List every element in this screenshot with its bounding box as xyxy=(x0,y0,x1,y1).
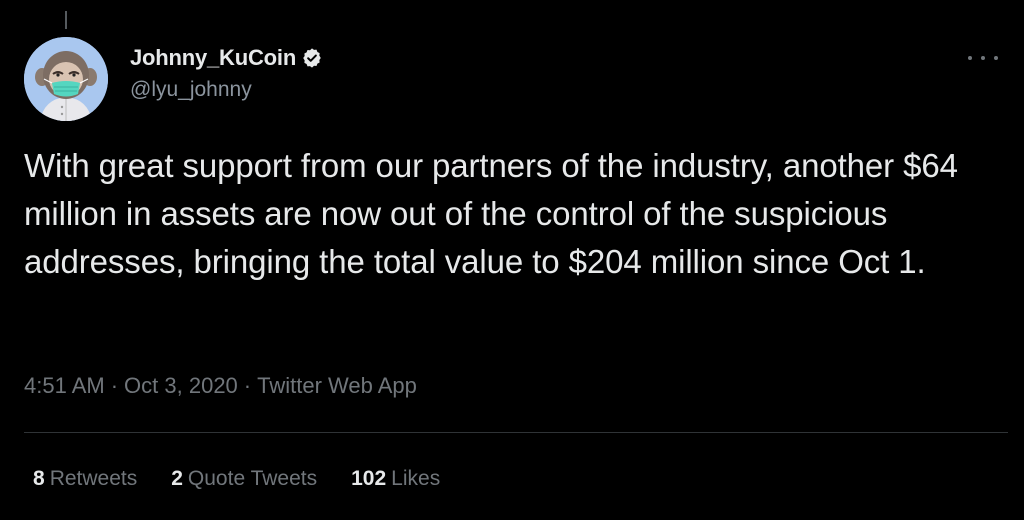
more-options-icon xyxy=(994,56,998,60)
tweet-time[interactable]: 4:51 AM xyxy=(24,373,105,399)
more-options-button[interactable] xyxy=(966,47,1000,69)
tweet-metadata: 4:51 AM · Oct 3, 2020 · Twitter Web App xyxy=(24,370,417,402)
monkey-avatar-icon xyxy=(24,37,108,121)
tweet-text: With great support from our partners of … xyxy=(24,147,958,280)
avatar[interactable] xyxy=(24,37,108,121)
verified-badge-icon xyxy=(301,47,323,69)
likes-stat[interactable]: 102 Likes xyxy=(351,467,440,491)
retweets-stat[interactable]: 8 Retweets xyxy=(33,467,137,491)
tweet-source[interactable]: Twitter Web App xyxy=(257,373,417,399)
author-names: Johnny_KuCoin @lyu_johnny xyxy=(130,43,323,102)
more-options-icon xyxy=(981,56,985,60)
quote-tweets-count: 2 xyxy=(171,467,183,490)
author-handle[interactable]: @lyu_johnny xyxy=(130,78,323,102)
retweets-count: 8 xyxy=(33,467,45,490)
likes-label: Likes xyxy=(391,467,441,490)
meta-separator: · xyxy=(110,373,119,398)
quote-tweets-stat[interactable]: 2 Quote Tweets xyxy=(171,467,317,491)
display-name[interactable]: Johnny_KuCoin xyxy=(130,45,296,71)
more-options-icon xyxy=(968,56,972,60)
tweet-date[interactable]: Oct 3, 2020 xyxy=(124,373,238,399)
quote-tweets-label: Quote Tweets xyxy=(187,467,318,490)
retweets-label: Retweets xyxy=(49,467,138,490)
tweet-header: Johnny_KuCoin @lyu_johnny xyxy=(24,37,1000,121)
meta-separator: · xyxy=(243,373,252,398)
thread-connector-line xyxy=(65,11,67,29)
display-name-row: Johnny_KuCoin xyxy=(130,43,323,73)
stats-divider xyxy=(24,432,1008,433)
likes-count: 102 xyxy=(351,467,387,490)
tweet-stats: 8 Retweets 2 Quote Tweets 102 Likes xyxy=(33,462,440,496)
